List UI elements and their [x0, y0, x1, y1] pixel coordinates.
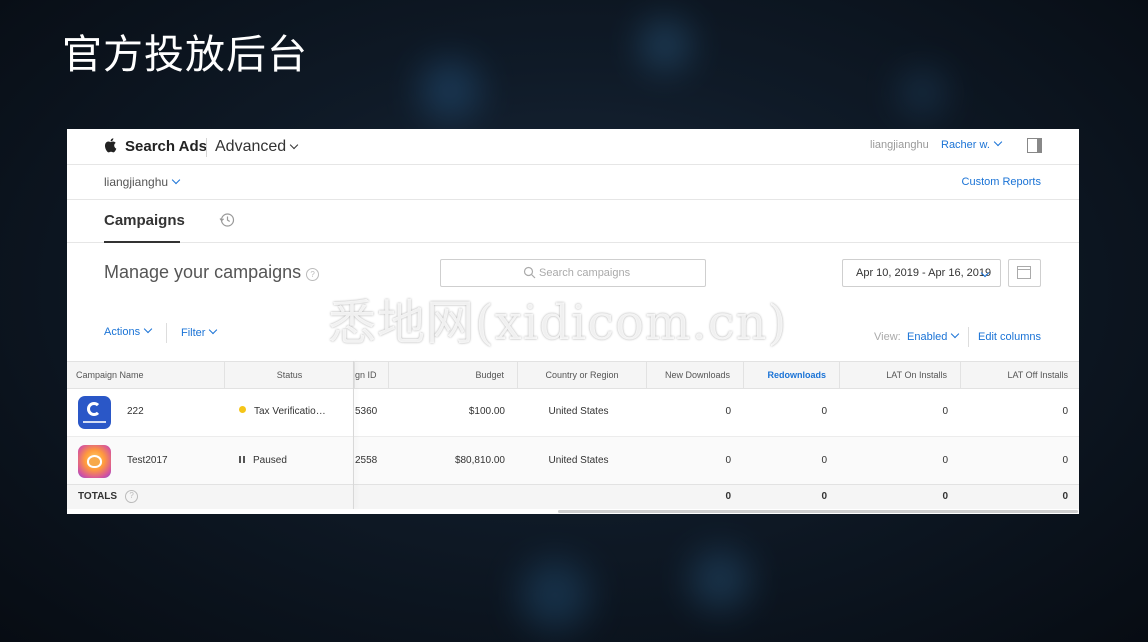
apple-logo-icon — [104, 138, 117, 153]
search-icon — [523, 266, 536, 279]
calendar-button[interactable] — [1008, 259, 1041, 287]
product-label: Advanced — [215, 138, 287, 155]
user-name: Racher w. — [941, 139, 990, 151]
table-row[interactable]: 222 Tax Verificatio… 5360 $100.00 United… — [67, 388, 1079, 437]
lat-on-installs: 0 — [942, 406, 948, 417]
totals-label-text: TOTALS — [78, 491, 118, 502]
chevron-down-icon — [143, 324, 153, 334]
table-row[interactable]: Test2017 Paused 2558 $80,810.00 United S… — [67, 437, 1079, 486]
help-icon[interactable]: ? — [125, 489, 139, 503]
total-redownloads: 0 — [821, 491, 827, 502]
actions-menu[interactable]: Actions — [104, 324, 153, 338]
help-icon[interactable]: ? — [306, 268, 320, 281]
chevron-down-icon — [951, 329, 960, 339]
view-selector[interactable]: Enabled — [907, 329, 960, 343]
total-new-downloads: 0 — [725, 491, 731, 502]
date-range-value: Apr 10, 2019 - Apr 16, 2019 — [856, 267, 992, 279]
background-bokeh — [690, 550, 750, 610]
app-icon — [78, 396, 111, 429]
status-cell: Tax Verificatio… — [239, 388, 349, 436]
actions-label: Actions — [104, 326, 141, 338]
sidebar-toggle-icon[interactable] — [1027, 138, 1042, 153]
redownloads: 0 — [821, 455, 827, 466]
view-label: View: — [874, 331, 901, 343]
chevron-down-icon — [209, 325, 218, 335]
total-lat-on: 0 — [942, 491, 948, 502]
background-bokeh — [520, 560, 590, 630]
user-menu[interactable]: Racher w. — [941, 137, 1003, 151]
column-header-redownloads[interactable]: Redownloads — [744, 362, 840, 388]
calendar-icon — [1017, 266, 1031, 279]
tab-campaigns[interactable]: Campaigns — [104, 212, 185, 229]
background-bokeh — [640, 20, 690, 70]
column-header-campaign-name[interactable]: Campaign Name — [67, 362, 225, 388]
filter-menu[interactable]: Filter — [181, 325, 218, 339]
pause-icon — [239, 456, 245, 463]
campaign-id: 2558 — [355, 455, 378, 466]
totals-label: TOTALS? — [78, 485, 139, 509]
chevron-down-icon — [289, 140, 299, 150]
column-header-status[interactable]: Status — [225, 362, 355, 388]
country: United States — [548, 455, 609, 466]
totals-row: TOTALS? 0 0 0 0 — [67, 484, 1079, 509]
top-header: Search Ads Advanced liangjianghu Racher … — [67, 129, 1079, 165]
column-header-budget[interactable]: Budget — [389, 362, 518, 388]
org-bar: liangjianghu Custom Reports — [67, 165, 1079, 200]
table-header: Campaign Name Status gn ID Budget Countr… — [67, 361, 1079, 389]
campaign-name[interactable]: 222 — [127, 388, 144, 436]
total-lat-off: 0 — [1062, 491, 1068, 502]
filter-label: Filter — [181, 327, 206, 339]
lat-off-installs: 0 — [1062, 406, 1068, 417]
product-switcher[interactable]: Advanced — [215, 138, 299, 156]
org-switcher-label: liangjianghu — [104, 175, 169, 189]
column-header-country[interactable]: Country or Region — [518, 362, 647, 388]
background-bokeh — [900, 70, 945, 115]
budget: $100.00 — [468, 406, 505, 417]
custom-reports-link[interactable]: Custom Reports — [962, 176, 1041, 188]
tab-bar: Campaigns — [67, 200, 1079, 243]
slide-title: 官方投放后台 — [62, 32, 308, 78]
date-range-picker[interactable]: Apr 10, 2019 - Apr 16, 2019 — [842, 259, 1001, 287]
page-title-text: Manage your campaigns — [104, 262, 302, 282]
history-icon[interactable] — [219, 212, 235, 228]
column-header-lat-off[interactable]: LAT Off Installs — [961, 362, 1079, 388]
column-header-campaign-id[interactable]: gn ID — [355, 362, 389, 388]
status-dot-icon — [239, 406, 246, 413]
status-cell: Paused — [239, 437, 349, 485]
org-name: liangjianghu — [870, 139, 929, 151]
column-header-lat-on[interactable]: LAT On Installs — [840, 362, 961, 388]
country: United States — [548, 406, 609, 417]
horizontal-scrollbar[interactable] — [558, 510, 1078, 513]
app-icon — [78, 445, 111, 478]
lat-off-installs: 0 — [1062, 455, 1068, 466]
budget: $80,810.00 — [454, 455, 505, 466]
org-switcher[interactable]: liangjianghu — [104, 175, 181, 189]
frozen-column-divider — [353, 361, 354, 509]
column-header-new-downloads[interactable]: New Downloads — [647, 362, 744, 388]
header-divider — [206, 138, 207, 157]
toolbar-divider — [166, 323, 167, 343]
lat-on-installs: 0 — [942, 455, 948, 466]
toolbar-divider — [968, 327, 969, 347]
campaign-name[interactable]: Test2017 — [127, 437, 168, 485]
status-text: Paused — [253, 455, 287, 466]
redownloads: 0 — [821, 406, 827, 417]
view-value: Enabled — [907, 331, 948, 343]
new-downloads: 0 — [725, 406, 731, 417]
watermark: 悉地网(xidicom.cn) — [328, 295, 788, 351]
search-input[interactable] — [539, 264, 689, 281]
status-text: Tax Verificatio… — [254, 406, 326, 417]
active-tab-indicator — [104, 241, 180, 243]
page-title: Manage your campaigns? — [104, 262, 320, 283]
new-downloads: 0 — [725, 455, 731, 466]
edit-columns-link[interactable]: Edit columns — [978, 331, 1041, 343]
chevron-down-icon — [171, 175, 181, 185]
campaign-id: 5360 — [355, 406, 378, 417]
chevron-down-icon — [993, 137, 1003, 147]
brand-title: Search Ads — [125, 138, 207, 155]
background-bokeh — [420, 60, 480, 120]
